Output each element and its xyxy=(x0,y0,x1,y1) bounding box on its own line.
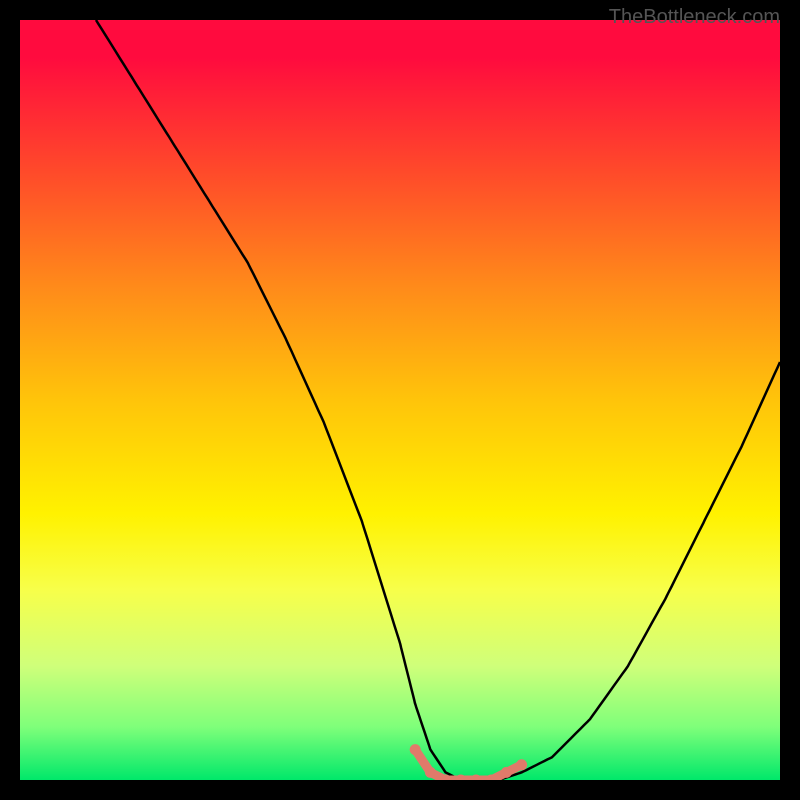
plot-area xyxy=(20,20,780,780)
optimal-band-markers xyxy=(410,744,527,780)
bottleneck-curve-line xyxy=(96,20,780,780)
optimal-marker-dot xyxy=(501,767,512,778)
watermark-text: TheBottleneck.com xyxy=(609,6,780,29)
optimal-marker-dot xyxy=(516,759,527,770)
optimal-marker-dot xyxy=(425,767,436,778)
optimal-marker-dot xyxy=(455,775,466,781)
chart-svg xyxy=(20,20,780,780)
optimal-marker-dot xyxy=(410,744,421,755)
optimal-marker-dot xyxy=(471,775,482,781)
chart-frame xyxy=(20,20,780,780)
